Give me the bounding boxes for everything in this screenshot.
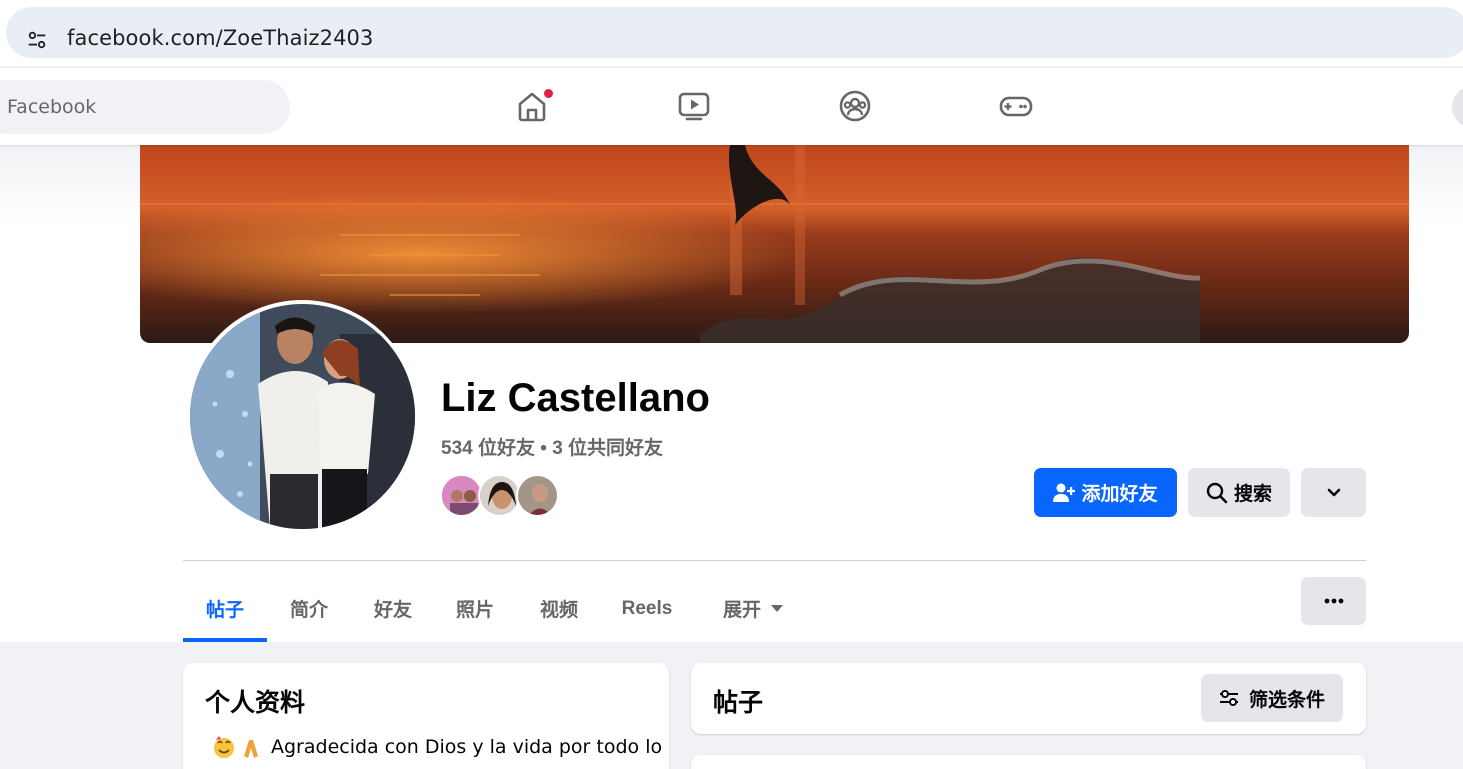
more-horizontal-icon bbox=[1324, 598, 1343, 604]
caret-down-icon bbox=[771, 604, 783, 612]
header-divider bbox=[183, 560, 1366, 561]
intro-card: 个人资料 Agradecida con Dios y la vida por t… bbox=[183, 663, 669, 769]
friend-stats[interactable]: 534 位好友 • 3 位共同好友 bbox=[441, 433, 663, 460]
tab-friends-label: 好友 bbox=[373, 600, 412, 621]
tab-friends[interactable]: 好友 bbox=[351, 575, 435, 642]
mutual-friend-avatar[interactable] bbox=[516, 474, 559, 517]
filter-sliders-icon bbox=[1219, 690, 1238, 706]
add-friend-button[interactable]: 添加好友 bbox=[1034, 468, 1177, 517]
address-bar[interactable]: facebook.com/ZoeThaiz2403 bbox=[6, 7, 1463, 58]
tab-about[interactable]: 简介 bbox=[267, 575, 351, 642]
video-icon[interactable] bbox=[676, 88, 712, 124]
mutual-friends-avatars bbox=[440, 474, 570, 518]
tabs-overflow-button[interactable] bbox=[1301, 577, 1366, 625]
profile-name: Liz Castellano bbox=[441, 376, 710, 420]
search-icon bbox=[1206, 482, 1228, 503]
active-tab-indicator bbox=[183, 638, 267, 642]
account-avatar[interactable] bbox=[1452, 86, 1463, 128]
couple-photo-image bbox=[190, 304, 415, 529]
posts-header-card: 帖子 筛选条件 bbox=[691, 663, 1366, 734]
add-friend-label: 添加好友 bbox=[1081, 484, 1158, 505]
intro-title: 个人资料 bbox=[205, 689, 306, 717]
posts-title: 帖子 bbox=[713, 689, 764, 717]
tab-reels[interactable]: Reels bbox=[603, 575, 691, 642]
profile-more-button[interactable] bbox=[1301, 468, 1366, 517]
tab-photos[interactable]: 照片 bbox=[433, 575, 517, 642]
gaming-icon[interactable] bbox=[998, 88, 1034, 124]
filters-button[interactable]: 筛选条件 bbox=[1201, 674, 1343, 722]
facebook-top-nav: Facebook bbox=[0, 68, 1463, 145]
home-notification-dot bbox=[543, 88, 554, 99]
add-person-icon bbox=[1053, 483, 1076, 502]
facebook-search-input[interactable]: Facebook bbox=[0, 80, 290, 134]
tab-more[interactable]: 展开 bbox=[698, 575, 808, 642]
tab-photos-label: 照片 bbox=[455, 600, 494, 621]
groups-icon[interactable] bbox=[837, 88, 873, 124]
url-text[interactable]: facebook.com/ZoeThaiz2403 bbox=[67, 26, 373, 50]
intro-bio-text: Agradecida con Dios y la vida por todo l… bbox=[271, 736, 663, 758]
tune-icon[interactable] bbox=[26, 29, 48, 51]
tab-videos-label: 视频 bbox=[539, 600, 578, 621]
tab-about-label: 简介 bbox=[289, 600, 328, 621]
chevron-down-icon bbox=[1327, 488, 1340, 496]
profile-search-button[interactable]: 搜索 bbox=[1188, 468, 1290, 517]
tab-posts[interactable]: 帖子 bbox=[183, 575, 267, 642]
tab-reels-label: Reels bbox=[621, 597, 673, 619]
search-label: 搜索 bbox=[1233, 484, 1272, 505]
browser-toolbar: facebook.com/ZoeThaiz2403 bbox=[0, 0, 1463, 66]
mutual-friend-avatar[interactable] bbox=[478, 474, 521, 517]
tab-videos[interactable]: 视频 bbox=[517, 575, 601, 642]
tab-posts-label: 帖子 bbox=[205, 600, 244, 621]
profile-picture[interactable] bbox=[190, 304, 415, 529]
emoji-icons bbox=[214, 736, 258, 758]
mutual-friend-avatar[interactable] bbox=[440, 474, 483, 517]
search-placeholder: Facebook bbox=[7, 96, 97, 118]
filters-label: 筛选条件 bbox=[1248, 689, 1325, 711]
post-card bbox=[691, 755, 1366, 769]
tab-more-label: 展开 bbox=[722, 600, 761, 621]
